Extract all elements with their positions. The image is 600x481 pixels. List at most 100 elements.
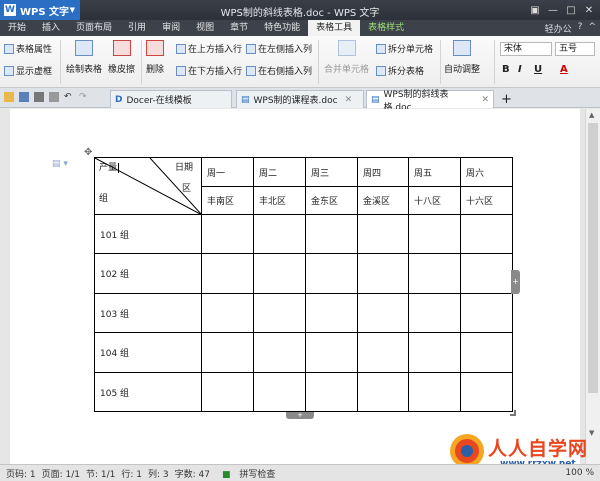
table-cell[interactable]: [408, 214, 461, 254]
table-move-handle-icon[interactable]: ✥: [84, 147, 92, 158]
table-cell[interactable]: [460, 214, 513, 254]
underline-button[interactable]: U: [534, 64, 542, 75]
tab-view[interactable]: 视图: [188, 20, 222, 36]
table-props-button[interactable]: 表格属性: [4, 42, 52, 55]
table-cell[interactable]: [357, 293, 409, 333]
table-cell[interactable]: [201, 214, 254, 254]
insert-row-below-button[interactable]: 在下方插入行: [176, 64, 242, 77]
tab-special[interactable]: 特色功能: [256, 20, 308, 36]
merge-cells-button[interactable]: 合并单元格: [324, 40, 369, 75]
skin-icon[interactable]: ▣: [526, 0, 544, 20]
table-cell[interactable]: [253, 293, 306, 333]
zoom-level[interactable]: 100 %: [565, 468, 594, 478]
draw-table-button[interactable]: 绘制表格: [66, 40, 102, 75]
new-tab-button[interactable]: +: [497, 90, 512, 108]
table-cell[interactable]: [201, 253, 254, 294]
scrollbar-thumb[interactable]: [588, 123, 598, 393]
table-cell-group[interactable]: 102 组: [94, 253, 202, 294]
insert-col-left-button[interactable]: 在左侧插入列: [246, 42, 312, 55]
table-cell[interactable]: [460, 372, 513, 412]
table-cell-district[interactable]: 金溪区: [357, 186, 409, 215]
table-cell[interactable]: [357, 253, 409, 294]
save-icon[interactable]: [19, 92, 29, 102]
close-tab-icon[interactable]: ✕: [345, 95, 353, 105]
close-tab-icon[interactable]: ✕: [481, 95, 489, 105]
undo-icon[interactable]: ↶: [64, 92, 74, 102]
insert-col-right-button[interactable]: 在右侧插入列: [246, 64, 312, 77]
table-cell[interactable]: [408, 253, 461, 294]
table-cell[interactable]: [357, 214, 409, 254]
minimize-button[interactable]: —: [544, 0, 562, 20]
table-cell-day[interactable]: 周二: [253, 157, 306, 187]
table-cell-day[interactable]: 周三: [305, 157, 358, 187]
diagonal-table[interactable]: 产量 日期 区 组 周一 周二 周三 周四 周五 周六 丰南区 丰北区 金东区 …: [94, 157, 513, 412]
tab-review[interactable]: 审阅: [154, 20, 188, 36]
redo-icon[interactable]: ↷: [79, 92, 89, 102]
show-gridlines-button[interactable]: 显示虚框: [4, 64, 52, 77]
spell-check-button[interactable]: ■ 拼写检查: [216, 467, 275, 480]
scroll-up-icon[interactable]: ▲: [589, 111, 594, 119]
status-word-count[interactable]: 字数: 47: [175, 467, 210, 480]
font-color-button[interactable]: A: [560, 64, 568, 75]
maximize-button[interactable]: □: [562, 0, 580, 20]
table-cell[interactable]: [305, 372, 358, 412]
table-cell-group[interactable]: 101 组: [94, 214, 202, 254]
tab-references[interactable]: 引用: [120, 20, 154, 36]
table-cell[interactable]: [357, 332, 409, 373]
table-cell-group[interactable]: 104 组: [94, 332, 202, 373]
table-cell[interactable]: [253, 332, 306, 373]
doc-tab-diagonal[interactable]: ▤ WPS制的斜线表格.doc ✕: [366, 90, 494, 113]
font-size-select[interactable]: 五号: [555, 42, 595, 56]
tab-start[interactable]: 开始: [0, 20, 34, 36]
vertical-scrollbar[interactable]: ▲ ▼: [585, 109, 600, 464]
tab-section[interactable]: 章节: [222, 20, 256, 36]
table-cell[interactable]: [253, 214, 306, 254]
table-cell-group[interactable]: 105 组: [94, 372, 202, 412]
print-icon[interactable]: [34, 92, 44, 102]
table-cell[interactable]: [460, 332, 513, 373]
diagonal-header-cell[interactable]: 产量 日期 区 组: [94, 157, 202, 215]
table-cell[interactable]: [305, 332, 358, 373]
add-column-button[interactable]: +: [511, 270, 520, 294]
table-cell[interactable]: [253, 253, 306, 294]
table-cell[interactable]: [408, 293, 461, 333]
tab-insert[interactable]: 插入: [34, 20, 68, 36]
font-name-select[interactable]: 宋体: [500, 42, 552, 56]
user-name[interactable]: 轻办公: [545, 22, 572, 35]
tab-page-layout[interactable]: 页面布局: [68, 20, 120, 36]
table-cell[interactable]: [408, 332, 461, 373]
table-cell[interactable]: [408, 372, 461, 412]
eraser-button[interactable]: 橡皮擦: [108, 40, 135, 75]
table-cell[interactable]: [201, 332, 254, 373]
tab-table-style[interactable]: 表格样式: [360, 20, 412, 36]
table-cell[interactable]: [305, 293, 358, 333]
table-cell-district[interactable]: 十六区: [460, 186, 513, 215]
table-cell[interactable]: [201, 293, 254, 333]
table-cell[interactable]: [460, 293, 513, 333]
bold-button[interactable]: B: [502, 64, 510, 75]
italic-button[interactable]: I: [518, 64, 522, 75]
collapse-ribbon-icon[interactable]: ^: [588, 22, 596, 35]
doc-tab-docer[interactable]: D Docer-在线模板: [110, 90, 232, 108]
close-button[interactable]: ✕: [580, 0, 598, 20]
print-preview-icon[interactable]: [49, 92, 59, 102]
delete-button[interactable]: 删除: [146, 40, 164, 75]
table-cell[interactable]: [201, 372, 254, 412]
split-table-button[interactable]: 拆分表格: [376, 64, 424, 77]
add-row-button[interactable]: +: [286, 412, 314, 419]
table-cell[interactable]: [253, 372, 306, 412]
table-cell[interactable]: [460, 253, 513, 294]
table-cell-day[interactable]: 周五: [408, 157, 461, 187]
paragraph-menu-icon[interactable]: ▤ ▾: [52, 159, 68, 169]
table-cell-district[interactable]: 金东区: [305, 186, 358, 215]
table-cell-group[interactable]: 103 组: [94, 293, 202, 333]
doc-tab-course[interactable]: ▤ WPS制的课程表.doc ✕: [236, 90, 364, 108]
help-icon[interactable]: ?: [578, 22, 583, 35]
auto-fit-button[interactable]: 自动调整: [444, 40, 480, 75]
table-cell[interactable]: [305, 214, 358, 254]
split-cells-button[interactable]: 拆分单元格: [376, 42, 433, 55]
table-resize-handle[interactable]: [510, 410, 516, 416]
table-cell[interactable]: [305, 253, 358, 294]
table-cell-day[interactable]: 周四: [357, 157, 409, 187]
table-cell-district[interactable]: 丰南区: [201, 186, 254, 215]
